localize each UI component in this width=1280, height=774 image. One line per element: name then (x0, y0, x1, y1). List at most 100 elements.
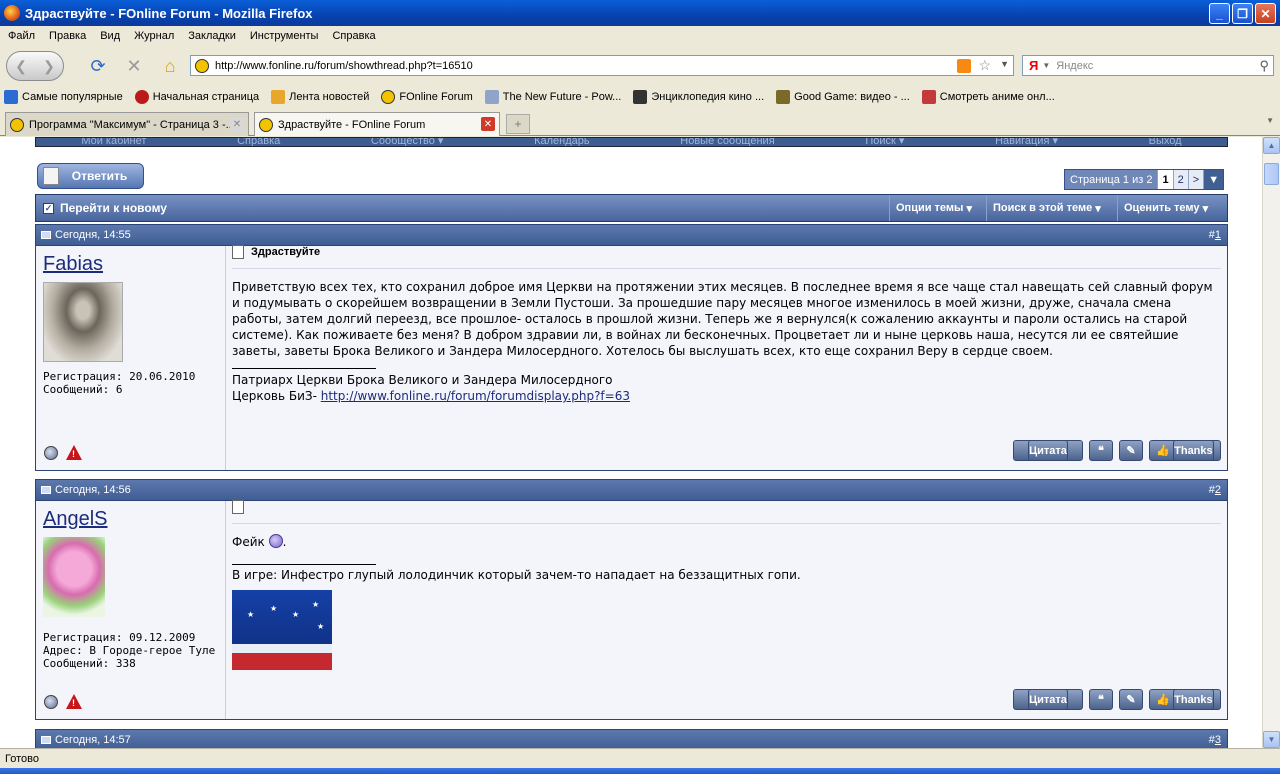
nav-link[interactable]: Поиск ▾ (865, 138, 904, 146)
tab-fonline[interactable]: Здраствуйте - FOnline Forum ✕ (254, 112, 500, 136)
nav-link[interactable]: Навигация ▾ (995, 138, 1058, 146)
menu-history[interactable]: Журнал (128, 30, 180, 42)
bookmark-item[interactable]: Энциклопедия кино ... (629, 90, 764, 104)
thanks-button[interactable]: 👍 Thanks (1149, 689, 1221, 710)
back-button[interactable]: ❮ (15, 58, 27, 75)
post-number[interactable]: #1 (1209, 229, 1221, 241)
quote-button[interactable]: Цитата (1013, 440, 1083, 461)
post-number-link[interactable]: 3 (1215, 734, 1221, 746)
quote-button[interactable]: Цитата (1013, 689, 1083, 710)
post-number[interactable]: #2 (1209, 484, 1221, 496)
window-title: Здраствуйте - FOnline Forum - Mozilla Fi… (25, 5, 313, 21)
page-menu-icon[interactable]: ▼ (1203, 170, 1224, 189)
thread-options-menu[interactable]: Опции темы ▾ (889, 195, 978, 221)
username-link[interactable]: AngelS (43, 508, 218, 531)
url-dropdown-icon[interactable]: ▼ (1000, 59, 1009, 69)
bookmark-item[interactable]: The New Future - Pow... (481, 90, 621, 104)
url-text: http://www.fonline.ru/forum/showthread.p… (215, 59, 473, 72)
tab-favicon (10, 117, 24, 132)
menu-file[interactable]: Файл (2, 30, 41, 42)
tab-close-icon[interactable]: ✕ (230, 117, 244, 131)
pagination: Страница 1 из 2 1 2 > ▼ (1064, 169, 1225, 190)
rss-icon[interactable] (957, 59, 971, 73)
scroll-down-icon[interactable]: ▼ (1263, 731, 1280, 748)
username-link[interactable]: Fabias (43, 253, 218, 276)
post-body: Фейк . (232, 534, 287, 549)
bookmark-item[interactable]: Смотреть аниме онл... (918, 90, 1055, 104)
search-thread-menu[interactable]: Поиск в этой теме ▾ (986, 195, 1107, 221)
goto-new-icon[interactable]: ✓ (43, 202, 54, 214)
avatar[interactable] (43, 537, 105, 617)
edit-button[interactable]: ✎ (1119, 689, 1143, 710)
bookmark-item[interactable]: Самые популярные (0, 90, 123, 104)
signature-link[interactable]: http://www.fonline.ru/forum/forumdisplay… (321, 389, 630, 403)
signature-separator (232, 368, 376, 369)
goto-new-link[interactable]: Перейти к новому (60, 201, 167, 215)
report-icon[interactable]: ! (66, 445, 82, 460)
home-button[interactable]: ⌂ (156, 52, 184, 80)
bookmark-star-icon[interactable]: ☆ (978, 57, 991, 74)
multiquote-button[interactable]: ❝ (1089, 689, 1113, 710)
nav-link[interactable]: Выход (1149, 138, 1182, 146)
thread-toolbar: ✓ Перейти к новому Опции темы ▾ Поиск в … (35, 194, 1228, 222)
vertical-scrollbar[interactable]: ▲ ▼ (1262, 137, 1280, 748)
next-page-link[interactable]: > (1187, 170, 1204, 189)
magnifier-icon[interactable]: ⚲ (1259, 58, 1269, 74)
scroll-thumb[interactable] (1264, 163, 1279, 185)
menu-help[interactable]: Справка (326, 30, 381, 42)
nav-link[interactable]: Сообщество ▾ (371, 138, 443, 146)
nav-link[interactable]: Мой кабинет (81, 138, 146, 146)
nav-link[interactable]: Новые сообщения (680, 138, 774, 146)
bookmark-item[interactable]: Good Game: видео - ... (772, 90, 910, 104)
yandex-icon[interactable]: Я (1029, 58, 1038, 73)
address-bar[interactable]: http://www.fonline.ru/forum/showthread.p… (190, 55, 1014, 76)
bookmarks-toolbar: Самые популярные Начальная страница Лент… (0, 86, 1280, 108)
menu-bar: Файл Правка Вид Журнал Закладки Инструме… (0, 26, 1280, 46)
report-icon[interactable]: ! (66, 694, 82, 709)
tab-list-icon[interactable]: ▼ (1266, 116, 1274, 125)
tab-maximum[interactable]: Программа "Максимум" - Страница 3 -... ✕ (5, 112, 249, 136)
document-icon (484, 90, 499, 104)
forward-button[interactable]: ❯ (43, 58, 55, 75)
user-registration: Регистрация: 09.12.2009 (43, 631, 196, 644)
bookmark-item[interactable]: FOnline Forum (377, 90, 473, 104)
menu-bookmarks[interactable]: Закладки (182, 30, 242, 42)
tab-close-icon[interactable]: ✕ (481, 117, 495, 131)
thanks-button[interactable]: 👍 Thanks (1149, 440, 1221, 461)
close-window-button[interactable]: ✕ (1255, 3, 1276, 24)
minimize-button[interactable]: _ (1209, 3, 1230, 24)
engine-dropdown-icon[interactable]: ▼ (1042, 61, 1050, 70)
edit-button[interactable]: ✎ (1119, 440, 1143, 461)
post: AngelS Регистрация: 09.12.2009 Адрес: В … (35, 500, 1228, 720)
menu-view[interactable]: Вид (94, 30, 126, 42)
post-number-link[interactable]: 2 (1215, 484, 1221, 496)
reload-button[interactable]: ⟳ (84, 52, 112, 80)
page-link[interactable]: 2 (1172, 170, 1188, 189)
post-body-text: Фейк (232, 535, 265, 549)
reply-button[interactable]: Ответить (37, 163, 144, 189)
post-number[interactable]: #3 (1209, 734, 1221, 746)
avatar[interactable] (43, 282, 123, 362)
flag-image: ★ ★ ★ ★ ★ (232, 590, 332, 670)
window-titlebar: Здраствуйте - FOnline Forum - Mozilla Fi… (0, 0, 1280, 26)
radiation-icon (381, 90, 396, 104)
menu-tools[interactable]: Инструменты (244, 30, 325, 42)
post-number-link[interactable]: 1 (1215, 229, 1221, 241)
rate-thread-menu[interactable]: Оценить тему ▾ (1117, 195, 1214, 221)
anime-icon (921, 90, 936, 104)
online-status-icon (44, 445, 58, 460)
search-box[interactable]: Я ▼ Яндекс ⚲ (1022, 55, 1274, 76)
menu-edit[interactable]: Правка (43, 30, 92, 42)
bookmark-item[interactable]: Лента новостей (267, 90, 369, 104)
nav-link[interactable]: Справка (237, 138, 280, 146)
maximize-button[interactable]: ❐ (1232, 3, 1253, 24)
scroll-up-icon[interactable]: ▲ (1263, 137, 1280, 154)
reply-pencil-icon (43, 167, 59, 185)
bookmark-item[interactable]: Начальная страница (131, 90, 259, 104)
multiquote-button[interactable]: ❝ (1089, 440, 1113, 461)
status-text: Готово (5, 752, 39, 765)
sad-smiley-icon (268, 534, 283, 548)
nav-link[interactable]: Календарь (534, 138, 590, 146)
stop-button[interactable]: ✕ (120, 52, 148, 80)
new-tab-button[interactable]: + (506, 114, 530, 134)
